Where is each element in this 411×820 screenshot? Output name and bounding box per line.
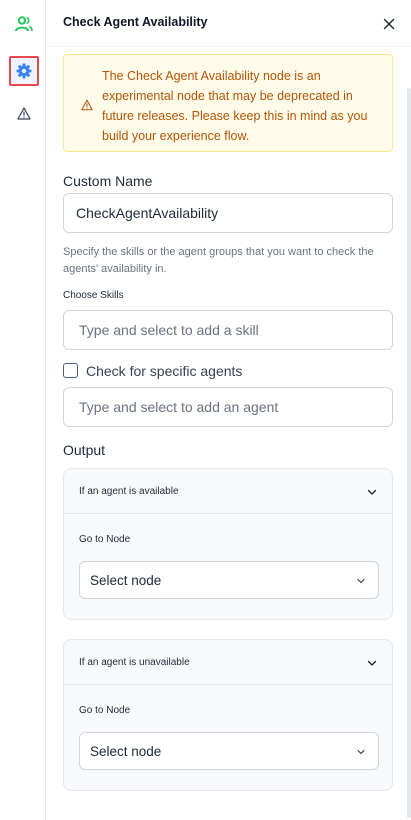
chevron-down-icon <box>357 749 365 755</box>
available-node-select[interactable]: Select node <box>79 561 379 599</box>
custom-name-input[interactable] <box>63 193 393 233</box>
users-tab[interactable] <box>9 9 39 39</box>
select-value: Select node <box>90 573 162 588</box>
notice-text: The Check Agent Availability node is an … <box>102 69 368 143</box>
available-output-card: If an agent is available Go to Node Sele… <box>63 468 393 620</box>
custom-name-label: Custom Name <box>63 173 153 189</box>
go-to-node-label: Go to Node <box>79 534 131 545</box>
card-title: If an agent is available <box>79 486 179 497</box>
scrollbar[interactable] <box>407 88 411 818</box>
select-value: Select node <box>90 744 162 759</box>
warning-icon <box>17 106 31 120</box>
unavailable-node-select[interactable]: Select node <box>79 732 379 770</box>
unavailable-output-card: If an agent is unavailable Go to Node Se… <box>63 639 393 791</box>
skills-help-text: Specify the skills or the agent groups t… <box>63 246 374 275</box>
output-label: Output <box>63 442 106 458</box>
choose-skills-label: Choose Skills <box>63 290 124 301</box>
available-card-header[interactable]: If an agent is available <box>64 469 392 514</box>
panel-title: Check Agent Availability <box>63 15 208 29</box>
specific-agents-checkbox[interactable] <box>63 363 78 378</box>
close-button[interactable] <box>381 16 397 32</box>
users-icon <box>15 16 33 32</box>
chevron-down-icon <box>367 489 377 495</box>
icon-rail <box>0 0 46 820</box>
warnings-tab[interactable] <box>9 98 39 128</box>
go-to-node-label: Go to Node <box>79 705 131 716</box>
card-title: If an agent is unavailable <box>79 657 190 668</box>
specific-agents-label[interactable]: Check for specific agents <box>86 363 242 379</box>
unavailable-card-header[interactable]: If an agent is unavailable <box>64 640 392 685</box>
node-settings-panel: Check Agent Availability The Check Agent… <box>46 0 411 820</box>
header-divider <box>46 46 411 47</box>
deprecation-notice: The Check Agent Availability node is an … <box>63 54 393 152</box>
chevron-down-icon <box>367 660 377 666</box>
skills-input[interactable] <box>63 310 393 350</box>
panel-header: Check Agent Availability <box>46 0 411 46</box>
chevron-down-icon <box>357 578 365 584</box>
settings-tab[interactable] <box>9 56 39 86</box>
gear-icon <box>16 63 32 79</box>
agents-input[interactable] <box>63 387 393 427</box>
close-icon <box>383 18 395 30</box>
warning-icon <box>81 99 93 111</box>
